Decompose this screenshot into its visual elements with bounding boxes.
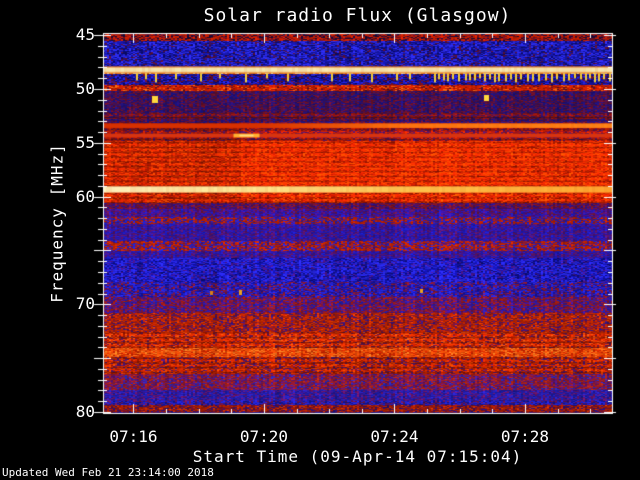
y-tick-label: 55: [75, 132, 95, 152]
updated-timestamp: Updated Wed Feb 21 23:14:00 2018: [2, 466, 214, 479]
y-axis-title: Frequency [MHz]: [47, 143, 67, 303]
spectrogram-plot: [0, 0, 640, 480]
y-tick-label: 45: [75, 25, 95, 45]
x-tick-label: 07:20: [239, 427, 289, 446]
x-tick-label: 07:28: [500, 427, 550, 446]
y-tick-label: 70: [75, 294, 95, 314]
x-axis-title: Start Time (09-Apr-14 07:15:04): [192, 447, 523, 466]
y-tick-label: 60: [75, 186, 95, 206]
y-tick-label: 80: [75, 401, 95, 421]
x-tick-label: 07:16: [109, 427, 158, 446]
y-tick-label: 50: [75, 78, 95, 98]
x-tick-label: 07:24: [370, 427, 419, 446]
solar-radio-spectrogram-page: Solar radio Flux (Glasgow) Frequency [MH…: [0, 0, 640, 480]
chart-title: Solar radio Flux (Glasgow): [203, 5, 512, 26]
